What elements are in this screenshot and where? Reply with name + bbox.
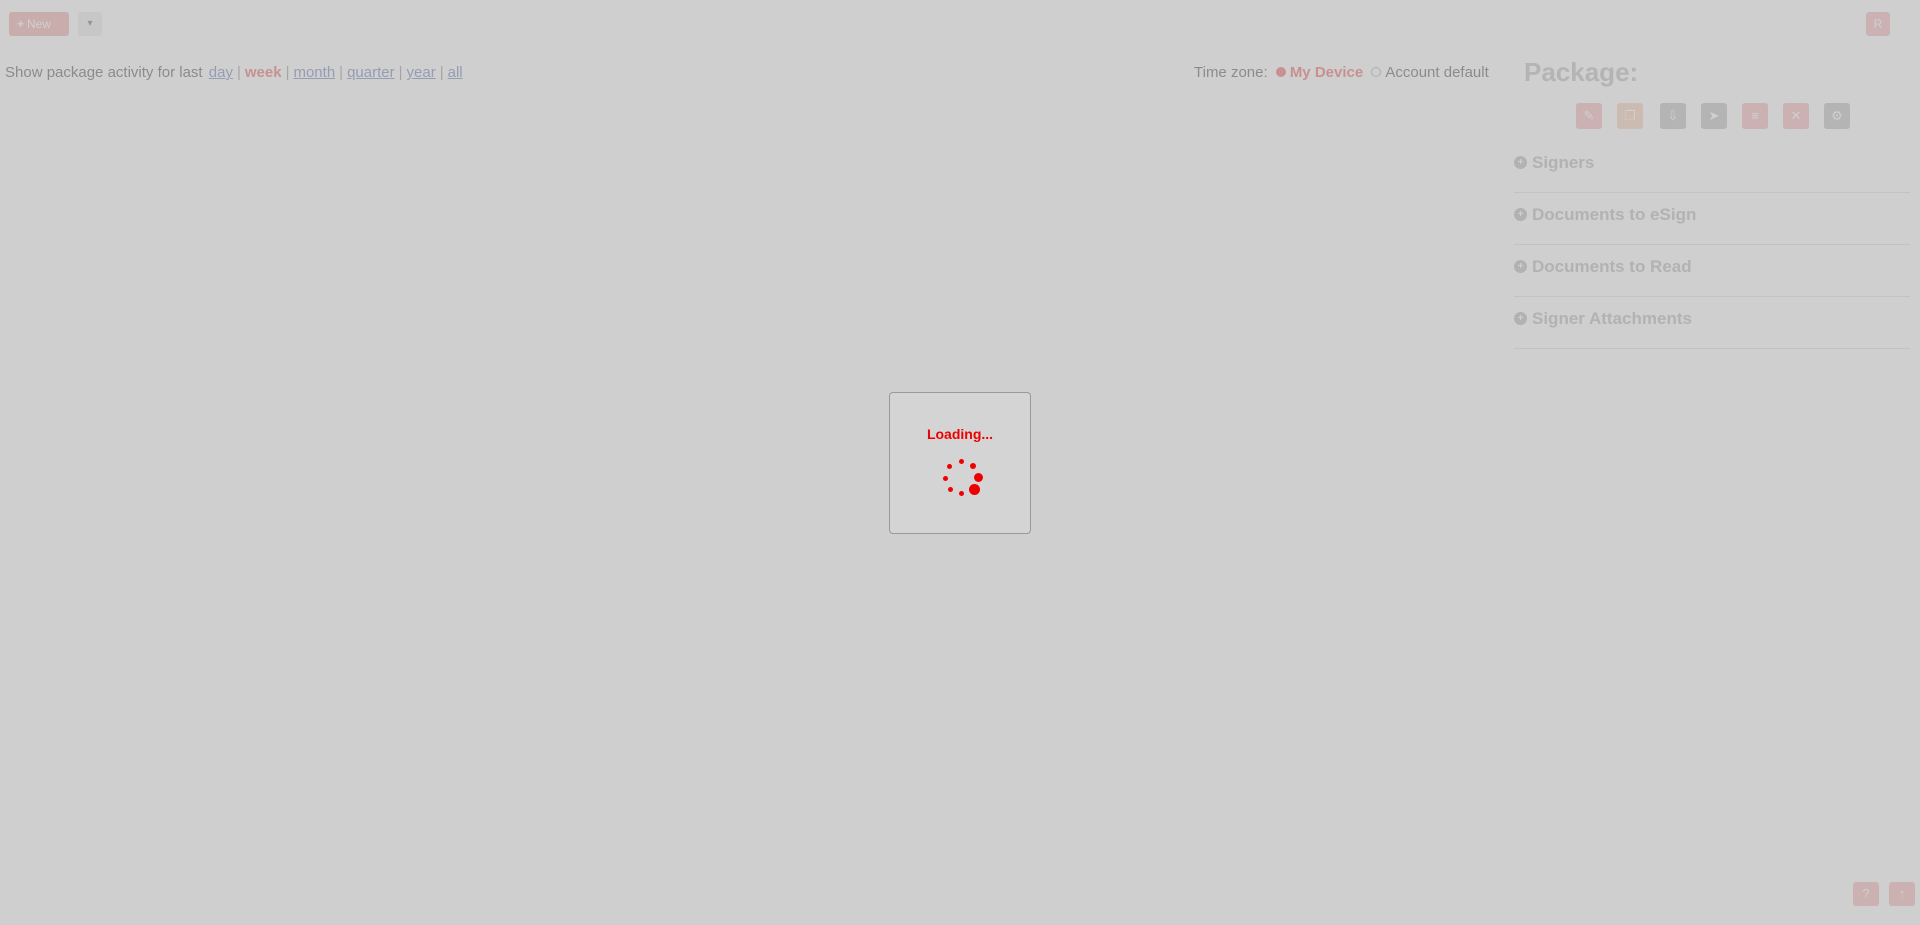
loading-spinner-icon <box>941 458 983 500</box>
loading-text: Loading... <box>926 426 994 442</box>
loading-dialog: Loading... <box>889 392 1031 534</box>
